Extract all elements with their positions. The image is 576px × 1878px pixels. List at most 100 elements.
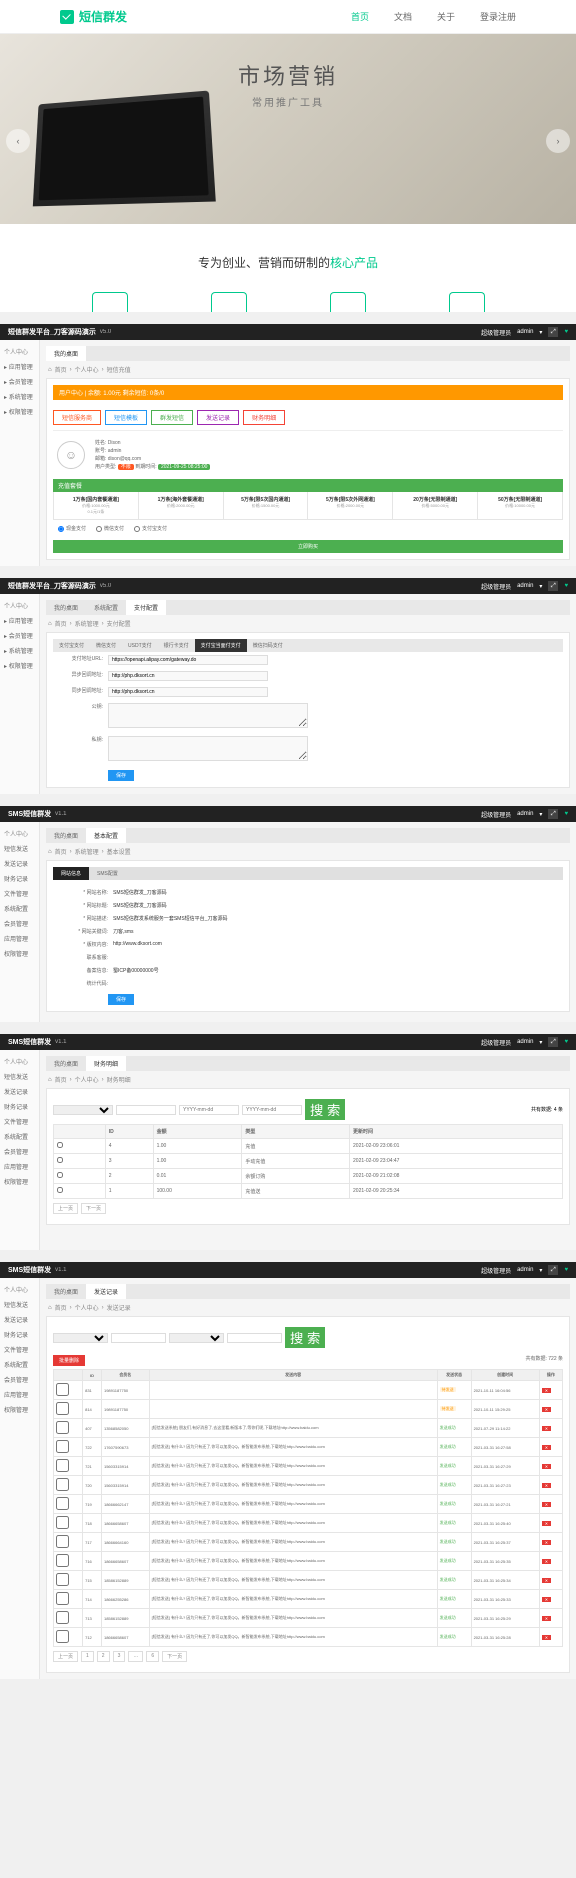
search-button[interactable]: 搜 索 [285,1327,325,1348]
package[interactable]: 20万条[无限制通道]价格:5000.00元 [393,492,478,519]
form-input[interactable] [108,655,268,665]
rtab-log[interactable]: 发送记录 [197,410,239,425]
expand-icon[interactable]: ⤢ [548,581,558,591]
delete-button[interactable]: ✕ [542,1616,551,1621]
home-icon[interactable]: ⌂ [48,621,52,627]
package[interactable]: 1万条[海外套餐通道]价格:2000.00元 [139,492,224,519]
delete-button[interactable]: ✕ [542,1559,551,1564]
delete-button[interactable]: ✕ [542,1483,551,1488]
date-start[interactable] [179,1105,239,1115]
expand-icon[interactable]: ⤢ [548,1037,558,1047]
delete-button[interactable]: ✕ [542,1464,551,1469]
sidebar-item[interactable]: ▸ 应用管理 [0,359,39,374]
home-icon[interactable]: ⌂ [48,367,52,373]
logo[interactable]: 短信群发 [60,8,127,25]
tab[interactable]: 支付配置 [126,600,166,615]
row-checkbox[interactable] [56,1497,69,1510]
nav-home[interactable]: 首页 [351,10,369,23]
rtab-finance[interactable]: 财务明细 [243,410,285,425]
row-checkbox[interactable] [56,1516,69,1529]
page-prev[interactable]: 上一页 [53,1203,78,1214]
bulk-delete-button[interactable]: 批量删除 [53,1355,85,1366]
delete-button[interactable]: ✕ [542,1521,551,1526]
date-input[interactable] [227,1333,282,1343]
rtab-provider[interactable]: 短信服务商 [53,410,101,425]
search-select[interactable] [53,1105,113,1115]
page-link[interactable]: 下一页 [162,1651,187,1662]
heart-icon[interactable]: ♥ [564,583,568,589]
delete-button[interactable]: ✕ [542,1445,551,1450]
save-button[interactable]: 保存 [108,994,134,1005]
pay-cash[interactable]: 现金支付 [58,525,86,532]
delete-button[interactable]: ✕ [542,1597,551,1602]
sidebar-item[interactable]: ▸ 会员管理 [0,374,39,389]
sidebar-item[interactable]: ▸ 系统管理 [0,389,39,404]
row-checkbox[interactable] [56,1611,69,1624]
package[interactable]: 5万条[限5次国内通道]价格:1500.00元 [224,492,309,519]
nav-about[interactable]: 关于 [437,10,455,23]
sidebar-top[interactable]: 个人中心 [0,344,39,359]
tab[interactable]: 我的桌面 [46,600,86,615]
row-checkbox[interactable] [57,1172,63,1178]
chevron-down-icon[interactable]: ▾ [539,1039,542,1046]
row-checkbox[interactable] [56,1573,69,1586]
heart-icon[interactable]: ♥ [564,329,568,335]
row-checkbox[interactable] [56,1478,69,1491]
save-button[interactable]: 保存 [108,770,134,781]
heart-icon[interactable]: ♥ [564,1039,568,1045]
row-checkbox[interactable] [56,1440,69,1453]
chevron-down-icon[interactable]: ▾ [539,1267,542,1274]
form-textarea[interactable] [108,736,308,761]
submit-button[interactable]: 立即购买 [53,540,563,553]
delete-button[interactable]: ✕ [542,1635,551,1640]
package[interactable]: 5万条[限5次外网通道]价格:2000.00元 [308,492,393,519]
expand-icon[interactable]: ⤢ [548,809,558,819]
delete-button[interactable]: ✕ [542,1540,551,1545]
tab[interactable]: 系统配置 [86,600,126,615]
status-select[interactable] [169,1333,224,1343]
admin-user[interactable]: admin [517,329,533,335]
row-checkbox[interactable] [56,1554,69,1567]
row-checkbox[interactable] [57,1142,63,1148]
search-button[interactable]: 搜 索 [305,1099,345,1120]
chevron-down-icon[interactable]: ▾ [539,329,542,336]
form-input[interactable] [108,687,268,697]
package[interactable]: 1万条[国内套餐通道]价格:1000.00元0.1元/1条 [54,492,139,519]
chevron-down-icon[interactable]: ▾ [539,583,542,590]
home-icon[interactable]: ⌂ [48,1077,52,1083]
nav-docs[interactable]: 文档 [394,10,412,23]
heart-icon[interactable]: ♥ [564,811,568,817]
page-link[interactable]: 1 [81,1651,94,1662]
home-icon[interactable]: ⌂ [48,1305,52,1311]
carousel-prev[interactable]: ‹ [6,129,30,153]
rtab-bulk[interactable]: 群发短信 [151,410,193,425]
row-checkbox[interactable] [56,1535,69,1548]
search-input[interactable] [111,1333,166,1343]
row-checkbox[interactable] [57,1157,63,1163]
date-end[interactable] [242,1105,302,1115]
delete-button[interactable]: ✕ [542,1407,551,1412]
row-checkbox[interactable] [56,1630,69,1643]
pay-wechat[interactable]: 微信支付 [96,525,124,532]
page-link[interactable]: 上一页 [53,1651,78,1662]
expand-icon[interactable]: ⤢ [548,327,558,337]
page-link[interactable]: 6 [146,1651,159,1662]
delete-button[interactable]: ✕ [542,1388,551,1393]
pay-alipay[interactable]: 支付宝支付 [134,525,167,532]
form-textarea[interactable] [108,703,308,728]
nav-login[interactable]: 登录注册 [480,10,516,23]
search-input[interactable] [116,1105,176,1115]
chevron-down-icon[interactable]: ▾ [539,811,542,818]
expand-icon[interactable]: ⤢ [548,1265,558,1275]
home-icon[interactable]: ⌂ [48,849,52,855]
row-checkbox[interactable] [56,1592,69,1605]
delete-button[interactable]: ✕ [542,1502,551,1507]
row-checkbox[interactable] [56,1383,69,1396]
delete-button[interactable]: ✕ [542,1578,551,1583]
row-checkbox[interactable] [57,1187,63,1193]
row-checkbox[interactable] [56,1459,69,1472]
page-link[interactable]: 3 [113,1651,126,1662]
delete-button[interactable]: ✕ [542,1426,551,1431]
row-checkbox[interactable] [56,1421,69,1434]
heart-icon[interactable]: ♥ [564,1267,568,1273]
